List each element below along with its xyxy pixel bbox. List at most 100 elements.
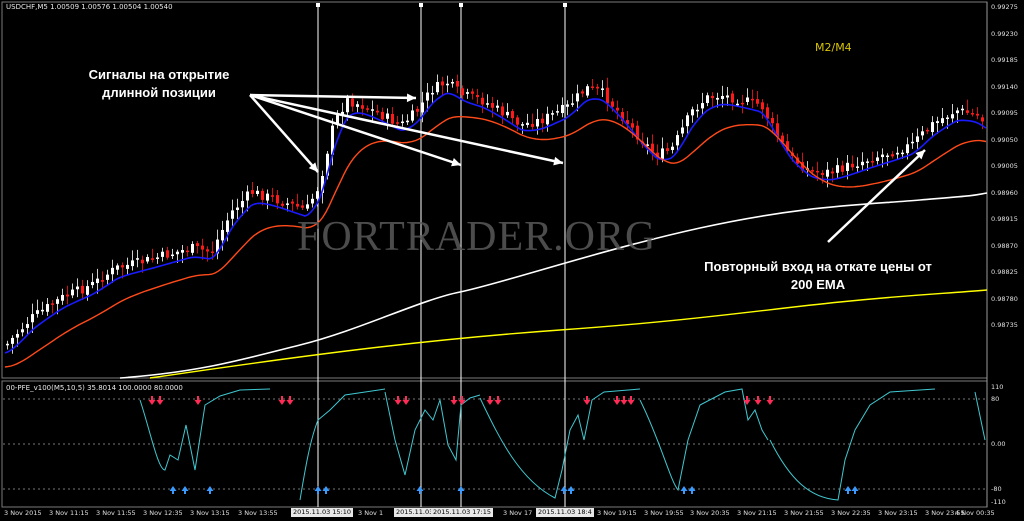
candle-body: [846, 162, 849, 171]
time-tick: 3 Nov 13:15: [190, 509, 230, 517]
candle-body: [241, 201, 244, 208]
price-tick: 0.99095: [991, 109, 1018, 117]
candle-body: [136, 258, 139, 260]
indicator-tick: -110: [991, 498, 1006, 506]
candle-body: [551, 113, 554, 115]
candle-body: [111, 267, 114, 275]
time-tick: 3 Nov 13:55: [238, 509, 278, 517]
sell-signal-arrow-stem: [769, 396, 771, 400]
candle-body: [381, 111, 384, 120]
buy-signal-arrow-stem: [184, 490, 186, 494]
price-tick: 0.99230: [991, 30, 1018, 38]
sell-signal-arrow-icon: [613, 400, 621, 405]
time-tick: 4 Nov 00:35: [955, 509, 995, 517]
buy-signal-arrow-stem: [460, 490, 462, 494]
price-tick: 0.99050: [991, 136, 1018, 144]
crosshair-time-label: 2015.11.03 15:10: [291, 508, 354, 517]
candle-body: [311, 198, 314, 204]
sell-signal-arrow-icon: [286, 400, 294, 405]
candle-body: [586, 86, 589, 96]
candle-body: [966, 110, 969, 113]
candle-body: [691, 109, 694, 116]
candle-body: [511, 111, 514, 119]
buy-signal-arrow-stem: [317, 490, 319, 494]
candle-body: [851, 163, 854, 168]
candle-body: [671, 146, 674, 151]
candle-body: [426, 92, 429, 101]
candle-body: [151, 258, 154, 260]
candle-body: [701, 103, 704, 109]
candle-body: [251, 190, 254, 194]
candle-body: [726, 95, 729, 98]
candle-body: [871, 161, 874, 163]
candle-body: [176, 251, 179, 255]
candle-body: [541, 118, 544, 124]
indicator-label: 00-PFE_v100(M5,10,5) 35.8014 100.0000 80…: [6, 384, 183, 392]
candle-body: [261, 190, 264, 200]
candle-body: [536, 119, 539, 127]
candle-body: [921, 131, 924, 136]
candle-body: [666, 148, 669, 152]
price-tick: 0.98780: [991, 295, 1018, 303]
candle-body: [446, 83, 449, 86]
candle-body: [21, 329, 24, 333]
annotation-arrow-line: [249, 93, 417, 100]
sell-signal-arrow-stem: [489, 396, 491, 400]
indicator-tick: -80: [991, 485, 1002, 493]
candle-body: [166, 250, 169, 258]
sell-signal-arrow-icon: [494, 400, 502, 405]
candle-body: [66, 294, 69, 297]
price-tick: 0.99185: [991, 56, 1018, 64]
sell-signal-arrow-icon: [583, 400, 591, 405]
time-tick: 3 Nov 19:55: [644, 509, 684, 517]
candle-body: [346, 98, 349, 113]
candle-body: [46, 304, 49, 312]
candle-body: [406, 120, 409, 123]
sell-signal-arrow-icon: [766, 400, 774, 405]
candle-body: [26, 324, 29, 328]
sell-signal-arrow-stem: [405, 396, 407, 400]
candle-body: [436, 81, 439, 93]
candle-body: [386, 113, 389, 119]
candle-body: [361, 105, 364, 109]
candle-body: [161, 251, 164, 257]
candle-body: [876, 157, 879, 161]
sell-signal-arrow-stem: [616, 396, 618, 400]
sell-signal-arrow-stem: [586, 396, 588, 400]
candle-body: [296, 203, 299, 207]
candle-body: [416, 108, 419, 112]
candle-body: [886, 155, 889, 158]
candle-body: [211, 251, 214, 253]
sell-signal-arrow-stem: [397, 396, 399, 400]
sell-signal-arrow-icon: [754, 400, 762, 405]
candle-body: [451, 82, 454, 84]
candle-body: [316, 191, 319, 199]
sell-signal-arrow-icon: [148, 400, 156, 405]
candle-body: [441, 81, 444, 86]
candle-body: [31, 314, 34, 323]
candle-body: [686, 115, 689, 127]
candle-body: [371, 109, 374, 111]
candle-body: [946, 117, 949, 120]
buy-signal-arrow-stem: [419, 490, 421, 494]
candle-body: [706, 95, 709, 103]
timeframe-label: M2/M4: [815, 41, 852, 54]
ema-yellow-line: [149, 289, 988, 379]
candle-body: [171, 254, 174, 257]
candle-body: [971, 113, 974, 115]
indicator-tick: 0.00: [991, 440, 1006, 448]
candle-body: [276, 195, 279, 204]
candle-body: [301, 205, 304, 208]
candle-body: [6, 343, 9, 346]
candle-body: [961, 108, 964, 111]
candle-body: [676, 135, 679, 146]
candle-body: [831, 171, 834, 174]
candle-body: [376, 110, 379, 113]
candle-body: [86, 286, 89, 295]
candle-body: [926, 129, 929, 132]
candle-body: [256, 190, 259, 194]
signal-line-handle: [419, 3, 423, 7]
watermark: FORTRADER.ORG: [297, 214, 657, 260]
candle-body: [126, 264, 129, 269]
candle-body: [546, 113, 549, 125]
